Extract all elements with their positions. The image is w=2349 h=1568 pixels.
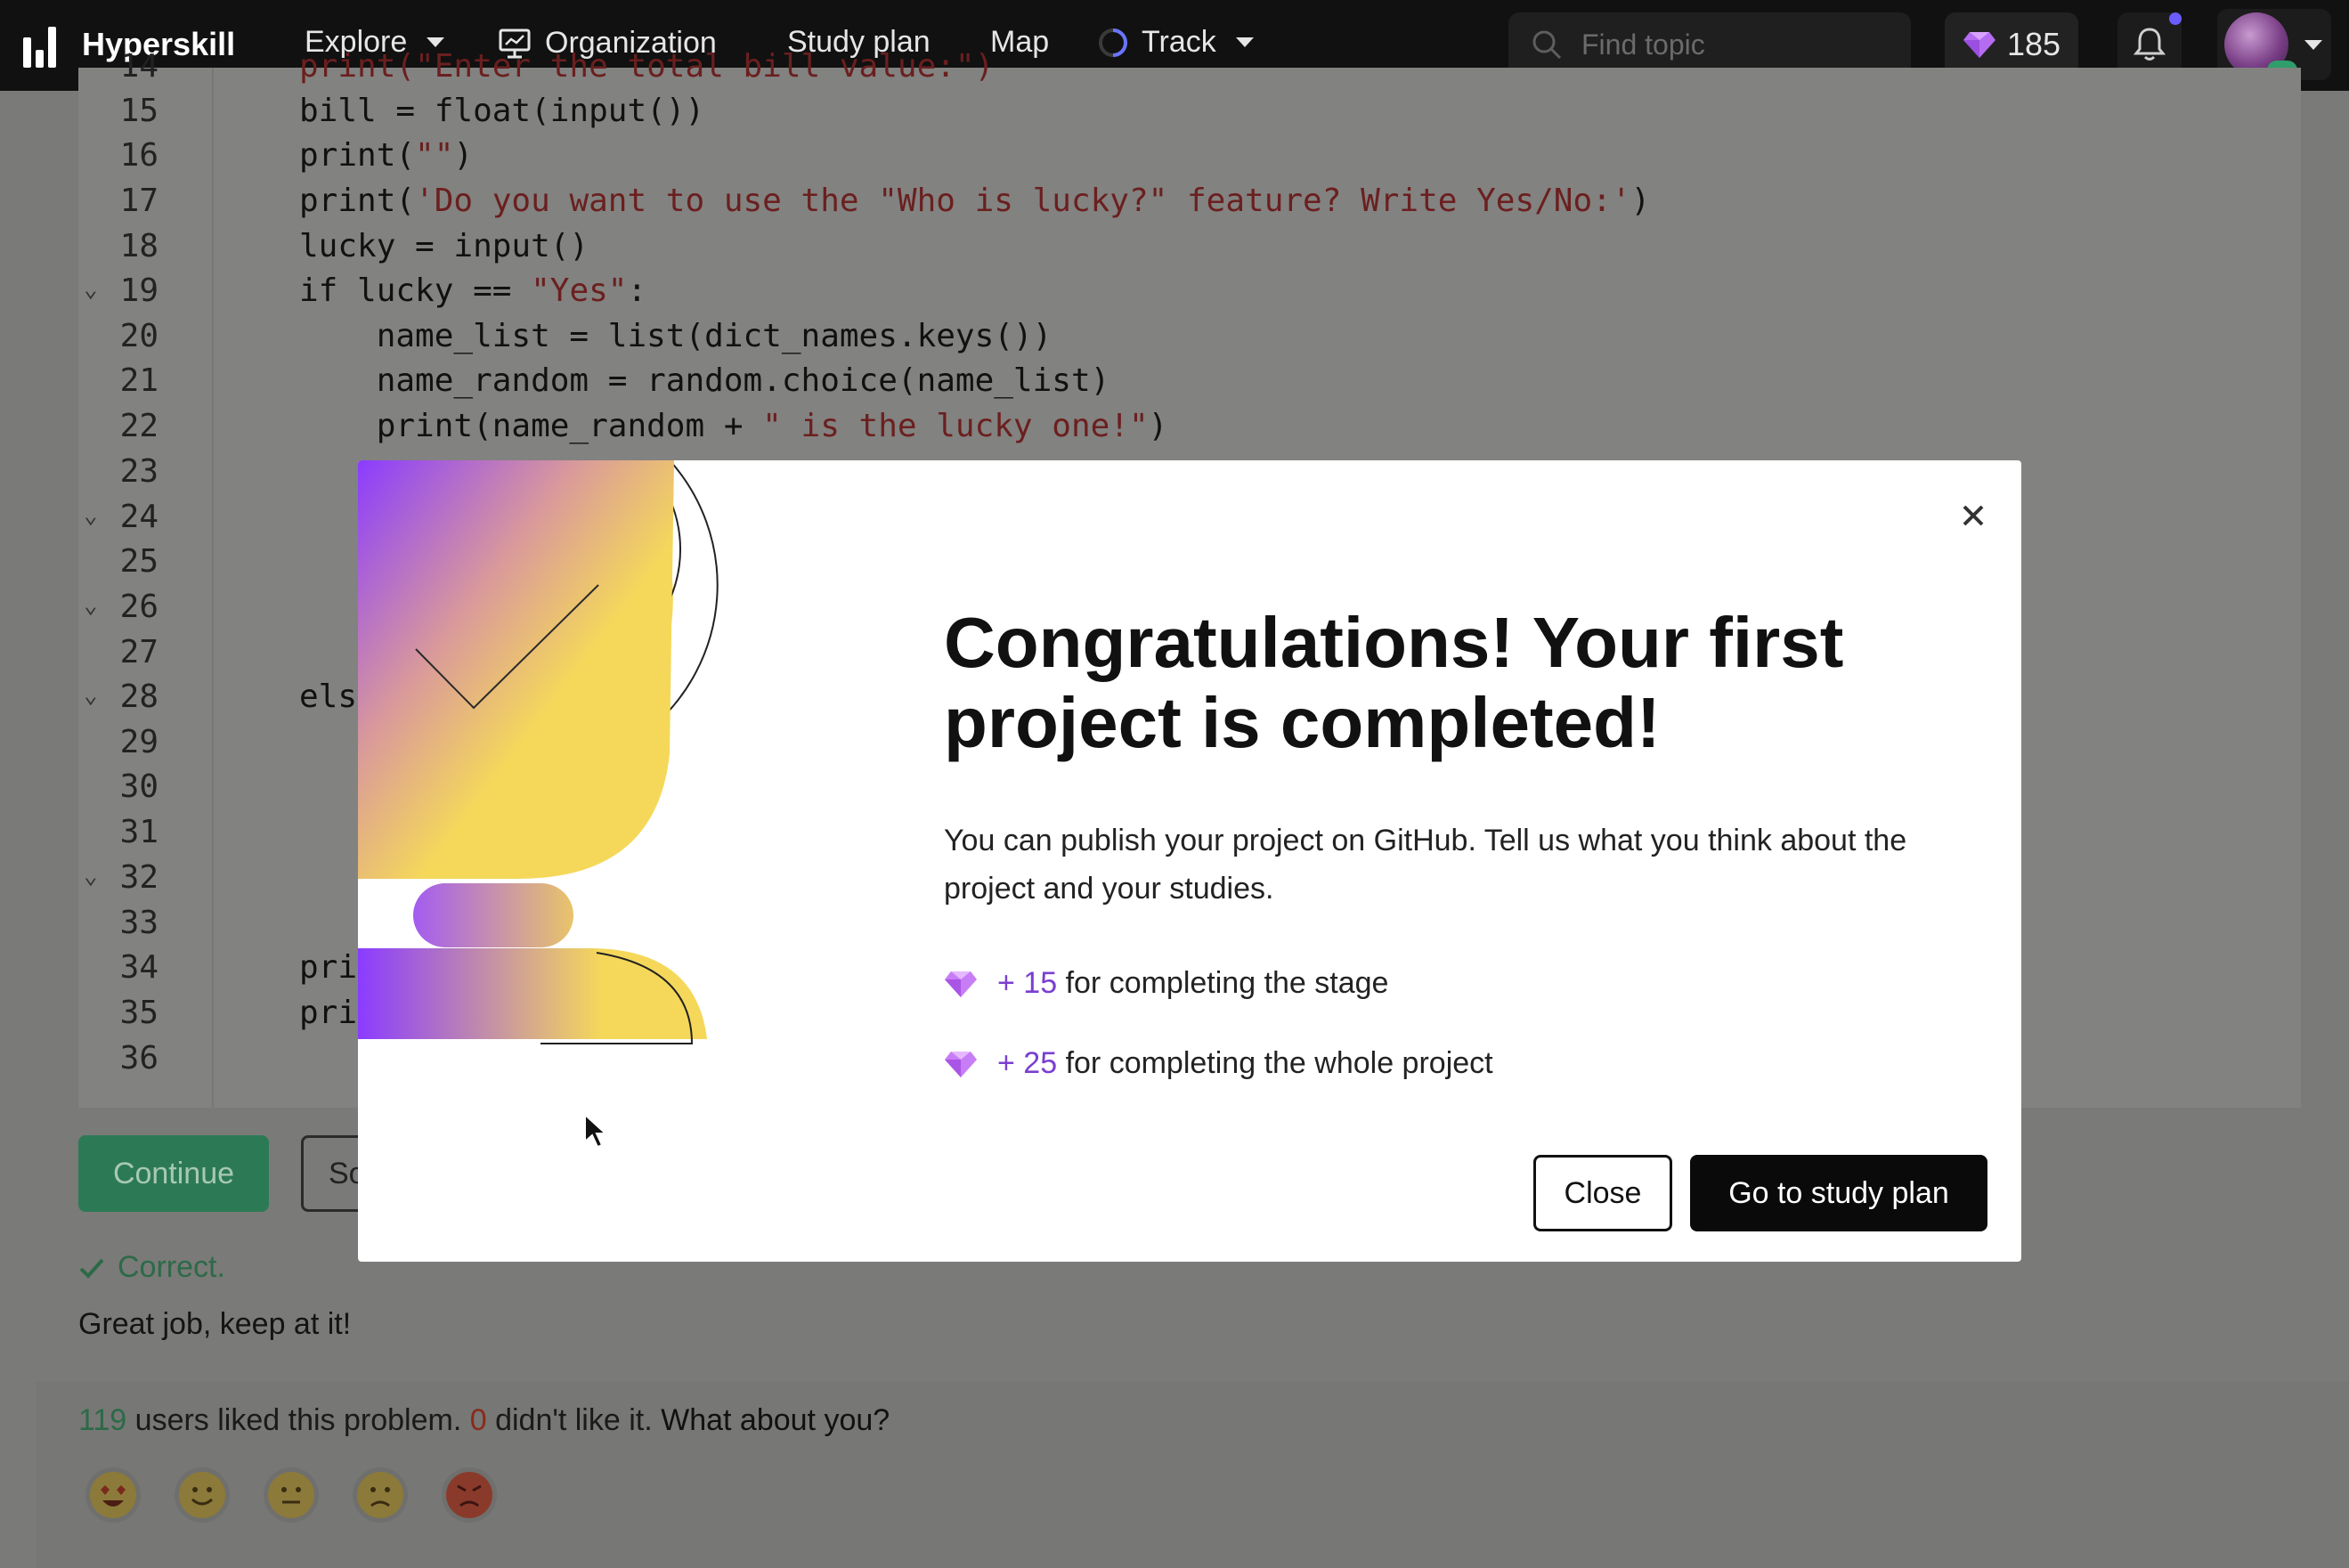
hyperskill-logo-icon bbox=[23, 21, 64, 68]
code-text: pri bbox=[299, 949, 358, 986]
code-text: print('Do you want to use the "Who is lu… bbox=[299, 183, 1651, 219]
check-icon bbox=[79, 1258, 104, 1279]
likes-summary: 119 users liked this problem. 0 didn't l… bbox=[78, 1403, 890, 1438]
love-emoji-button[interactable] bbox=[85, 1467, 141, 1523]
line-number: 19 bbox=[119, 272, 158, 309]
notification-dot bbox=[2169, 12, 2182, 25]
line-number: 28 bbox=[119, 678, 158, 715]
reward-project: + 25 for completing the whole project bbox=[944, 1046, 1493, 1081]
smile-icon bbox=[179, 1472, 225, 1518]
correct-label: Correct. bbox=[118, 1250, 225, 1284]
code-text: bill = float(input()) bbox=[299, 93, 705, 129]
sad-emoji-button[interactable] bbox=[353, 1467, 408, 1523]
line-number: 30 bbox=[119, 768, 158, 805]
code-text: print("") bbox=[299, 137, 474, 174]
modal-title: Congratulations! Your first project is c… bbox=[944, 603, 1844, 762]
line-number: 21 bbox=[119, 362, 158, 399]
angry-face-icon bbox=[446, 1472, 492, 1518]
code-line: 15 bill = float(input()) bbox=[78, 93, 2215, 137]
liked-count: 119 bbox=[78, 1403, 127, 1437]
code-text: print(name_random + " is the lucky one!"… bbox=[299, 408, 1168, 444]
angry-emoji-button[interactable] bbox=[442, 1467, 497, 1523]
close-icon[interactable] bbox=[1954, 496, 1993, 535]
modal-description: You can publish your project on GitHub. … bbox=[944, 824, 1907, 906]
reward-points: + 25 bbox=[997, 1046, 1058, 1080]
heart-eyes-icon bbox=[90, 1472, 136, 1518]
chevron-down-icon bbox=[2304, 39, 2322, 50]
code-line: 16 print("") bbox=[78, 137, 2215, 182]
code-line: ⌄ 19 if lucky == "Yes": bbox=[78, 272, 2215, 317]
reward-text: for completing the stage bbox=[1057, 966, 1389, 1000]
line-number: 14 bbox=[119, 48, 158, 85]
rating-emojis bbox=[85, 1467, 497, 1523]
chevron-down-icon bbox=[1235, 37, 1254, 47]
code-line: 22 print(name_random + " is the lucky on… bbox=[78, 408, 2215, 452]
likes-question: What about you? bbox=[661, 1403, 890, 1437]
code-text: print("Enter the total bill value:") bbox=[299, 48, 995, 85]
code-line: 18 lucky = input() bbox=[78, 228, 2215, 272]
go-to-study-plan-button[interactable]: Go to study plan bbox=[1690, 1155, 1987, 1231]
sad-face-icon bbox=[357, 1472, 403, 1518]
code-line: 20 name_list = list(dict_names.keys()) bbox=[78, 318, 2215, 362]
continue-button[interactable]: Continue bbox=[78, 1135, 269, 1212]
line-number: 16 bbox=[119, 137, 158, 174]
line-number: 36 bbox=[119, 1040, 158, 1076]
neutral-emoji-button[interactable] bbox=[264, 1467, 319, 1523]
line-number: 22 bbox=[119, 408, 158, 444]
chevron-down-icon bbox=[427, 37, 445, 47]
code-line: 17 print('Do you want to use the "Who is … bbox=[78, 183, 2215, 227]
line-number: 23 bbox=[119, 453, 158, 490]
trophy-illustration bbox=[358, 460, 719, 1044]
line-number: 17 bbox=[119, 183, 158, 219]
happy-emoji-button[interactable] bbox=[175, 1467, 230, 1523]
gem-icon bbox=[945, 971, 977, 997]
line-number: 20 bbox=[119, 318, 158, 354]
close-button[interactable]: Close bbox=[1533, 1155, 1672, 1231]
line-number: 32 bbox=[119, 859, 158, 896]
code-text: pri bbox=[299, 995, 358, 1031]
code-text: els bbox=[299, 678, 358, 715]
line-number: 34 bbox=[119, 949, 158, 986]
neutral-face-icon bbox=[268, 1472, 314, 1518]
code-text: if lucky == "Yes": bbox=[299, 272, 647, 309]
line-number: 18 bbox=[119, 228, 158, 264]
code-line: 21 name_random = random.choice(name_list… bbox=[78, 362, 2215, 407]
line-number: 33 bbox=[119, 905, 158, 941]
reward-stage: + 15 for completing the stage bbox=[944, 966, 1388, 1001]
code-text: name_list = list(dict_names.keys()) bbox=[299, 318, 1053, 354]
line-number: 24 bbox=[119, 499, 158, 535]
disliked-count: 0 bbox=[469, 1403, 487, 1437]
line-number: 35 bbox=[119, 995, 158, 1031]
code-text: name_random = random.choice(name_list) bbox=[299, 362, 1110, 399]
feedback-message: Great job, keep at it! bbox=[78, 1307, 352, 1341]
correct-status: Correct. bbox=[78, 1250, 225, 1285]
mouse-cursor-icon bbox=[584, 1113, 608, 1149]
disliked-text: didn't like it. bbox=[486, 1403, 662, 1437]
line-number: 31 bbox=[119, 814, 158, 850]
liked-text: users liked this problem. bbox=[126, 1403, 470, 1437]
reward-points: + 15 bbox=[997, 966, 1058, 1000]
code-text: lucky = input() bbox=[299, 228, 589, 264]
line-number: 29 bbox=[119, 724, 158, 760]
line-number: 15 bbox=[119, 93, 158, 129]
line-number: 26 bbox=[119, 589, 158, 625]
reward-text: for completing the whole project bbox=[1057, 1046, 1493, 1080]
gem-icon bbox=[945, 1051, 977, 1077]
line-number: 25 bbox=[119, 543, 158, 580]
line-number: 27 bbox=[119, 634, 158, 670]
code-line: 14 print("Enter the total bill value:") bbox=[78, 48, 2215, 93]
